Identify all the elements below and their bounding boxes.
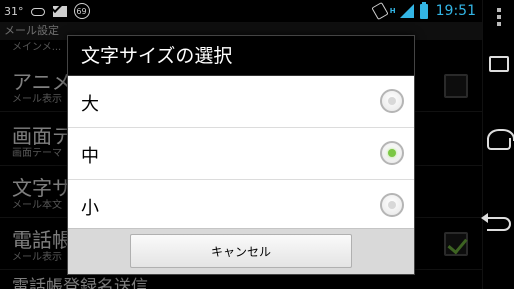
back-icon[interactable] <box>481 204 514 244</box>
notification-count-badge: 69 <box>73 3 90 19</box>
radio-button-large[interactable] <box>380 89 404 113</box>
option-small[interactable]: 小 <box>68 180 414 232</box>
menu-icon[interactable] <box>483 0 514 34</box>
network-type-label: H <box>389 6 396 15</box>
navigation-bar <box>481 0 514 289</box>
dialog-title: 文字サイズの選択 <box>68 36 414 76</box>
option-label: 大 <box>81 94 99 115</box>
option-label: 中 <box>81 146 99 167</box>
option-large[interactable]: 大 <box>68 76 414 128</box>
font-size-dialog: 文字サイズの選択 大 中 小 キャンセル <box>67 35 415 275</box>
radio-button-small[interactable] <box>380 193 404 217</box>
option-medium[interactable]: 中 <box>68 128 414 180</box>
dialog-footer: キャンセル <box>68 228 414 274</box>
option-label: 小 <box>81 198 99 219</box>
clock: 19:51 <box>435 3 476 19</box>
cancel-button[interactable]: キャンセル <box>130 234 352 268</box>
vibrate-icon <box>371 1 389 21</box>
battery-icon <box>419 1 428 19</box>
recent-apps-icon[interactable] <box>483 44 514 84</box>
cloud-icon <box>30 4 46 18</box>
home-icon[interactable] <box>483 124 514 164</box>
status-bar: 31° 69 H 19:51 <box>0 0 482 22</box>
gmail-icon <box>52 4 68 18</box>
temperature-text: 31° <box>4 4 24 18</box>
signal-icon <box>399 4 414 18</box>
radio-button-medium[interactable] <box>380 141 404 165</box>
